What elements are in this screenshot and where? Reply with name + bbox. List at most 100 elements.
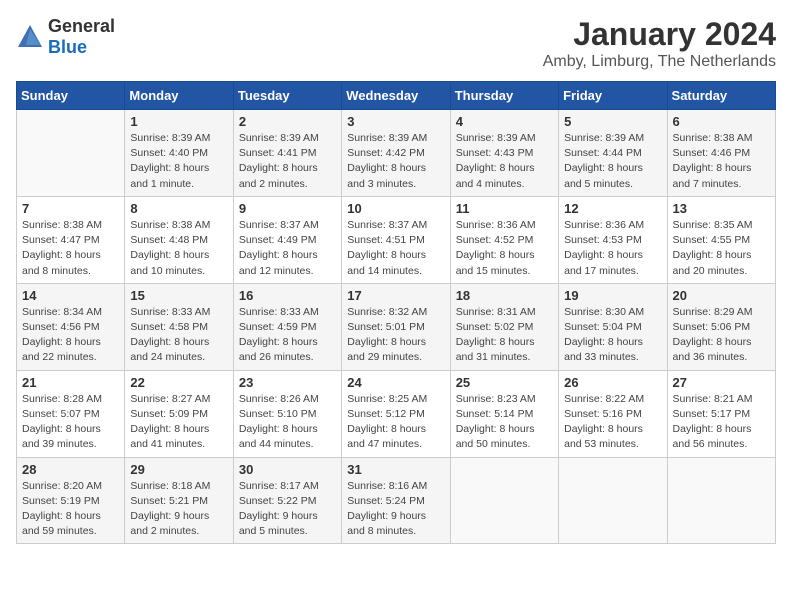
day-number: 1 bbox=[130, 114, 227, 129]
calendar-cell: 8Sunrise: 8:38 AM Sunset: 4:48 PM Daylig… bbox=[125, 196, 233, 283]
day-detail: Sunrise: 8:39 AM Sunset: 4:40 PM Dayligh… bbox=[130, 131, 227, 192]
day-detail: Sunrise: 8:20 AM Sunset: 5:19 PM Dayligh… bbox=[22, 479, 119, 540]
day-number: 28 bbox=[22, 462, 119, 477]
day-number: 27 bbox=[673, 375, 770, 390]
day-number: 17 bbox=[347, 288, 444, 303]
calendar-cell: 27 Sunrise: 8:21 AM Sunset: 5:17 PM Dayli… bbox=[667, 370, 775, 457]
day-detail: Sunrise: 8:35 AM Sunset: 4:55 PM Dayligh… bbox=[673, 218, 770, 279]
day-detail: Sunrise: 8:39 AM Sunset: 4:41 PM Dayligh… bbox=[239, 131, 336, 192]
day-detail: Sunrise: 8:17 AM Sunset: 5:22 PM Dayligh… bbox=[239, 479, 336, 540]
page-header: General Blue January 2024 Amby, Limburg,… bbox=[16, 16, 776, 71]
calendar-cell: 7 Sunrise: 8:38 AM Sunset: 4:47 PM Daylig… bbox=[17, 196, 125, 283]
calendar-cell: 17 Sunrise: 8:32 AM Sunset: 5:01 PM Dayli… bbox=[342, 283, 450, 370]
calendar-cell: 16Sunrise: 8:33 AM Sunset: 4:59 PM Dayli… bbox=[233, 283, 341, 370]
calendar-cell: 15 Sunrise: 8:33 AM Sunset: 4:58 PM Dayli… bbox=[125, 283, 233, 370]
calendar-table: SundayMondayTuesdayWednesdayThursdayFrid… bbox=[16, 81, 776, 544]
calendar-week-row: 21 Sunrise: 8:28 AM Sunset: 5:07 PM Dayli… bbox=[17, 370, 776, 457]
calendar-cell: 23Sunrise: 8:26 AM Sunset: 5:10 PM Dayli… bbox=[233, 370, 341, 457]
calendar-cell bbox=[450, 457, 558, 544]
day-number: 11 bbox=[456, 201, 553, 216]
day-detail: Sunrise: 8:39 AM Sunset: 4:42 PM Dayligh… bbox=[347, 131, 444, 192]
day-detail: Sunrise: 8:18 AM Sunset: 5:21 PM Dayligh… bbox=[130, 479, 227, 540]
weekday-header-sunday: Sunday bbox=[17, 82, 125, 110]
day-number: 24 bbox=[347, 375, 444, 390]
day-number: 19 bbox=[564, 288, 661, 303]
day-detail: Sunrise: 8:37 AM Sunset: 4:49 PM Dayligh… bbox=[239, 218, 336, 279]
calendar-cell bbox=[17, 110, 125, 197]
day-detail: Sunrise: 8:38 AM Sunset: 4:47 PM Dayligh… bbox=[22, 218, 119, 279]
day-number: 20 bbox=[673, 288, 770, 303]
day-detail: Sunrise: 8:28 AM Sunset: 5:07 PM Dayligh… bbox=[22, 392, 119, 453]
day-detail: Sunrise: 8:36 AM Sunset: 4:53 PM Dayligh… bbox=[564, 218, 661, 279]
day-detail: Sunrise: 8:33 AM Sunset: 4:58 PM Dayligh… bbox=[130, 305, 227, 366]
day-number: 6 bbox=[673, 114, 770, 129]
calendar-cell: 5 Sunrise: 8:39 AM Sunset: 4:44 PM Daylig… bbox=[559, 110, 667, 197]
day-number: 26 bbox=[564, 375, 661, 390]
day-number: 14 bbox=[22, 288, 119, 303]
calendar-cell: 18 Sunrise: 8:31 AM Sunset: 5:02 PM Dayli… bbox=[450, 283, 558, 370]
calendar-week-row: 7 Sunrise: 8:38 AM Sunset: 4:47 PM Daylig… bbox=[17, 196, 776, 283]
calendar-cell: 11 Sunrise: 8:36 AM Sunset: 4:52 PM Dayli… bbox=[450, 196, 558, 283]
day-detail: Sunrise: 8:39 AM Sunset: 4:44 PM Dayligh… bbox=[564, 131, 661, 192]
calendar-cell: 9 Sunrise: 8:37 AM Sunset: 4:49 PM Daylig… bbox=[233, 196, 341, 283]
day-detail: Sunrise: 8:23 AM Sunset: 5:14 PM Dayligh… bbox=[456, 392, 553, 453]
day-number: 16 bbox=[239, 288, 336, 303]
calendar-cell: 14 Sunrise: 8:34 AM Sunset: 4:56 PM Dayli… bbox=[17, 283, 125, 370]
calendar-cell: 28 Sunrise: 8:20 AM Sunset: 5:19 PM Dayli… bbox=[17, 457, 125, 544]
logo-blue: Blue bbox=[48, 37, 87, 57]
calendar-cell: 3 Sunrise: 8:39 AM Sunset: 4:42 PM Daylig… bbox=[342, 110, 450, 197]
day-number: 9 bbox=[239, 201, 336, 216]
day-detail: Sunrise: 8:29 AM Sunset: 5:06 PM Dayligh… bbox=[673, 305, 770, 366]
title-area: January 2024 Amby, Limburg, The Netherla… bbox=[543, 16, 776, 71]
day-number: 10 bbox=[347, 201, 444, 216]
day-number: 3 bbox=[347, 114, 444, 129]
day-detail: Sunrise: 8:39 AM Sunset: 4:43 PM Dayligh… bbox=[456, 131, 553, 192]
day-number: 31 bbox=[347, 462, 444, 477]
day-detail: Sunrise: 8:16 AM Sunset: 5:24 PM Dayligh… bbox=[347, 479, 444, 540]
weekday-header-saturday: Saturday bbox=[667, 82, 775, 110]
calendar-cell: 6 Sunrise: 8:38 AM Sunset: 4:46 PM Daylig… bbox=[667, 110, 775, 197]
day-detail: Sunrise: 8:31 AM Sunset: 5:02 PM Dayligh… bbox=[456, 305, 553, 366]
calendar-cell bbox=[559, 457, 667, 544]
day-number: 25 bbox=[456, 375, 553, 390]
day-number: 13 bbox=[673, 201, 770, 216]
day-number: 21 bbox=[22, 375, 119, 390]
calendar-cell: 21 Sunrise: 8:28 AM Sunset: 5:07 PM Dayli… bbox=[17, 370, 125, 457]
logo-icon bbox=[16, 23, 44, 51]
day-number: 4 bbox=[456, 114, 553, 129]
day-number: 18 bbox=[456, 288, 553, 303]
day-number: 30 bbox=[239, 462, 336, 477]
day-detail: Sunrise: 8:21 AM Sunset: 5:17 PM Dayligh… bbox=[673, 392, 770, 453]
calendar-week-row: 28 Sunrise: 8:20 AM Sunset: 5:19 PM Dayli… bbox=[17, 457, 776, 544]
calendar-cell: 13 Sunrise: 8:35 AM Sunset: 4:55 PM Dayli… bbox=[667, 196, 775, 283]
day-number: 15 bbox=[130, 288, 227, 303]
day-number: 23 bbox=[239, 375, 336, 390]
logo: General Blue bbox=[16, 16, 115, 58]
logo-text: General Blue bbox=[48, 16, 115, 58]
day-detail: Sunrise: 8:27 AM Sunset: 5:09 PM Dayligh… bbox=[130, 392, 227, 453]
calendar-week-row: 1 Sunrise: 8:39 AM Sunset: 4:40 PM Daylig… bbox=[17, 110, 776, 197]
weekday-header-monday: Monday bbox=[125, 82, 233, 110]
weekday-header-tuesday: Tuesday bbox=[233, 82, 341, 110]
day-number: 12 bbox=[564, 201, 661, 216]
day-number: 5 bbox=[564, 114, 661, 129]
logo-general: General bbox=[48, 16, 115, 36]
day-detail: Sunrise: 8:38 AM Sunset: 4:48 PM Dayligh… bbox=[130, 218, 227, 279]
day-detail: Sunrise: 8:38 AM Sunset: 4:46 PM Dayligh… bbox=[673, 131, 770, 192]
day-number: 29 bbox=[130, 462, 227, 477]
calendar-cell: 2Sunrise: 8:39 AM Sunset: 4:41 PM Daylig… bbox=[233, 110, 341, 197]
day-detail: Sunrise: 8:25 AM Sunset: 5:12 PM Dayligh… bbox=[347, 392, 444, 453]
day-detail: Sunrise: 8:34 AM Sunset: 4:56 PM Dayligh… bbox=[22, 305, 119, 366]
calendar-header-row: SundayMondayTuesdayWednesdayThursdayFrid… bbox=[17, 82, 776, 110]
day-detail: Sunrise: 8:36 AM Sunset: 4:52 PM Dayligh… bbox=[456, 218, 553, 279]
day-detail: Sunrise: 8:32 AM Sunset: 5:01 PM Dayligh… bbox=[347, 305, 444, 366]
day-number: 7 bbox=[22, 201, 119, 216]
calendar-cell bbox=[667, 457, 775, 544]
calendar-cell: 20 Sunrise: 8:29 AM Sunset: 5:06 PM Dayli… bbox=[667, 283, 775, 370]
day-detail: Sunrise: 8:22 AM Sunset: 5:16 PM Dayligh… bbox=[564, 392, 661, 453]
calendar-cell: 26 Sunrise: 8:22 AM Sunset: 5:16 PM Dayli… bbox=[559, 370, 667, 457]
calendar-cell: 1 Sunrise: 8:39 AM Sunset: 4:40 PM Daylig… bbox=[125, 110, 233, 197]
location-title: Amby, Limburg, The Netherlands bbox=[543, 53, 776, 71]
calendar-cell: 22Sunrise: 8:27 AM Sunset: 5:09 PM Dayli… bbox=[125, 370, 233, 457]
calendar-week-row: 14 Sunrise: 8:34 AM Sunset: 4:56 PM Dayli… bbox=[17, 283, 776, 370]
